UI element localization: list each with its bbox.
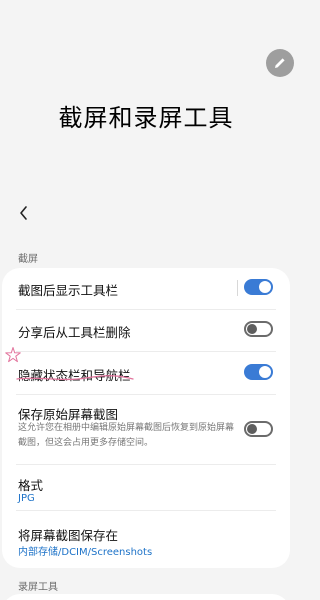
back-button[interactable] [12, 201, 36, 225]
setting-description: 这允许您在相册中编辑原始屏幕截图后恢复到原始屏幕截图，但这会占用更多存储空间。 [18, 423, 235, 448]
setting-value: 内部存储/DCIM/Screenshots [18, 547, 153, 558]
section-label-screenshot: 截屏 [18, 254, 38, 265]
divider-vertical [237, 280, 238, 296]
setting-row-save-original[interactable]: 保存原始屏幕截图 这允许您在相册中编辑原始屏幕截图后恢复到原始屏幕截图，但这会占… [2, 395, 290, 463]
setting-row-save-location[interactable]: 将屏幕截图保存在 内部存储/DCIM/Screenshots [2, 511, 290, 561]
pencil-icon [275, 58, 285, 68]
underline-annotation [16, 375, 134, 381]
toggle-show-toolbar[interactable] [244, 279, 273, 295]
toggle-delete-after-share[interactable] [244, 321, 273, 337]
setting-title: 截图后显示工具栏 [18, 283, 119, 298]
setting-row-format[interactable]: 格式 JPG [2, 465, 290, 509]
setting-row-show-toolbar[interactable]: 截图后显示工具栏 [2, 268, 290, 309]
toggle-save-original[interactable] [244, 421, 273, 437]
setting-title: 将屏幕截图保存在 [18, 528, 119, 543]
screen-recorder-card [2, 594, 290, 600]
setting-title: 格式 [18, 478, 44, 493]
setting-title: 分享后从工具栏删除 [18, 325, 131, 340]
toggle-hide-status-bar[interactable] [244, 364, 273, 380]
chevron-left-icon [20, 206, 27, 220]
page-title: 截屏和录屏工具 [58, 104, 234, 132]
star-annotation [5, 347, 21, 363]
screenshot-settings-card: 截图后显示工具栏 分享后从工具栏删除 隐藏状态栏和导航栏 保存原始屏幕截图 这允… [2, 268, 290, 568]
setting-value: JPG [18, 493, 35, 504]
setting-row-delete-after-share[interactable]: 分享后从工具栏删除 [2, 310, 290, 351]
edit-button[interactable] [266, 49, 294, 77]
section-label-screen-recorder: 录屏工具 [18, 582, 58, 593]
